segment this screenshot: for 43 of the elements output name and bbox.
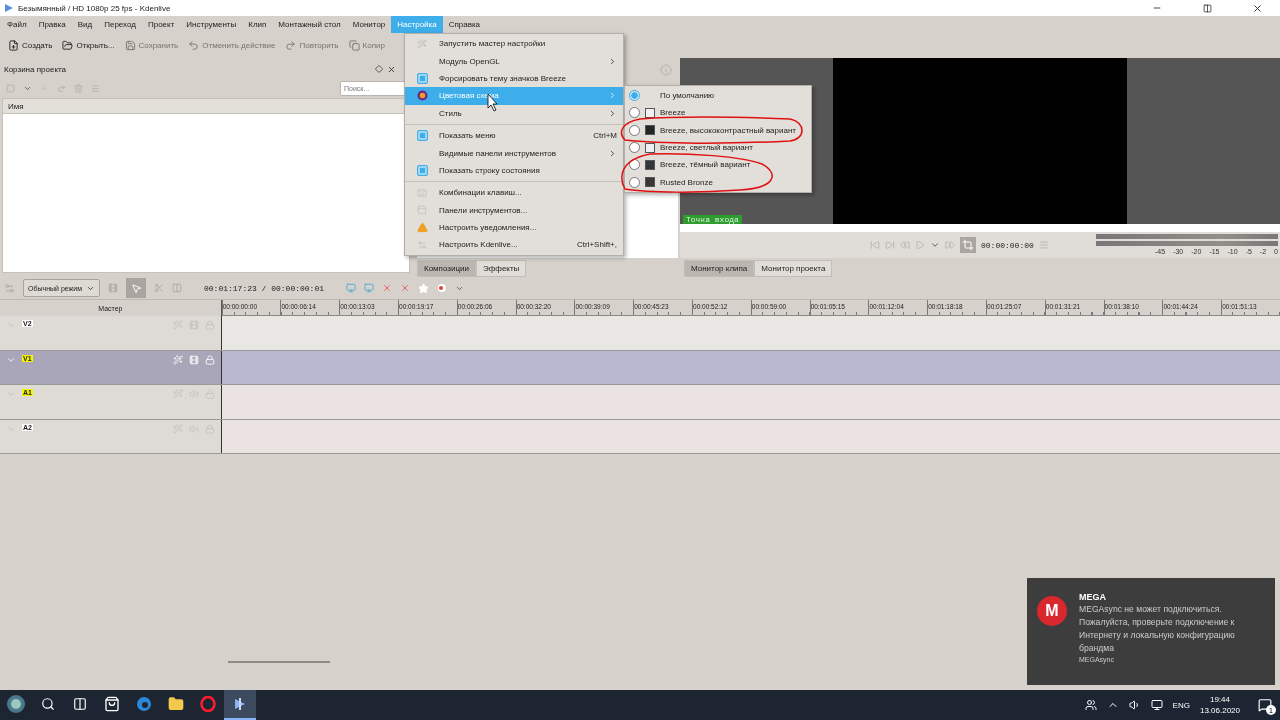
menu-item[interactable]: Видимые панели инструментов — [405, 144, 623, 162]
menu-item[interactable]: Переход — [98, 16, 142, 33]
menu-item[interactable]: Комбинации клавиш... — [405, 184, 623, 202]
notification-title: MEGA — [1079, 592, 1107, 602]
app-logo: M — [1037, 596, 1067, 626]
menu-item[interactable]: Breeze, высококонтрастный вариант — [625, 121, 811, 139]
tab[interactable]: Эффекты — [475, 260, 527, 277]
tab[interactable]: Монитор клипа — [684, 260, 755, 277]
menu-item[interactable]: Показать меню Ctrl+M — [405, 126, 623, 145]
tab[interactable]: Монитор проекта — [754, 260, 833, 277]
menu-item[interactable]: Показать строку состояния — [405, 161, 623, 180]
in-point-label: Точка входа — [683, 215, 742, 224]
menu-item[interactable]: Breeze, тёмный вариант — [625, 156, 811, 174]
menu-item[interactable]: Проект — [141, 16, 181, 33]
timecode-field[interactable]: 00:00:00:00 — [981, 240, 1034, 250]
timeline-timecode: 00:01:17:23 / 00:00:00:01 — [204, 283, 325, 293]
menu-item[interactable]: Настроить уведомления... — [405, 218, 623, 237]
panel-title: Корзина проекта — [4, 64, 67, 74]
menu-item[interactable]: Монтажный стол — [272, 16, 347, 33]
menu-item[interactable]: Breeze — [625, 104, 811, 122]
menu-item[interactable]: Правка — [32, 16, 72, 33]
menu-item[interactable]: Панели инструментов... — [405, 201, 623, 219]
tab[interactable]: Композиции — [417, 260, 476, 277]
language-indicator[interactable]: ENG — [1172, 700, 1190, 710]
clock[interactable]: 19:44 13.06.2020 — [1199, 694, 1240, 716]
shortcut-label: Ctrl+M — [593, 131, 617, 141]
menu-item[interactable]: Модуль OpenGL — [405, 52, 623, 70]
menu-item[interactable]: По умолчанию — [625, 87, 811, 105]
menu-item[interactable]: Справка — [442, 16, 487, 33]
window-title: Безымянный / HD 1080p 25 fps - Kdenlive — [18, 3, 172, 13]
toolbar-button[interactable]: Создать — [4, 38, 57, 53]
menu-item[interactable]: Запустить мастер настройки — [405, 35, 623, 53]
menu-item[interactable]: Вид — [71, 16, 99, 33]
shortcut-label: Ctrl+Shift+, — [577, 240, 617, 250]
menu-item[interactable]: Файл — [1, 16, 33, 33]
toolbar-button[interactable]: Открыть... — [58, 38, 119, 53]
notification-message: MEGAsync не может подключиться. Пожалуйста, проверьте подключение к Интернету и локальную конфигурацию брандма — [1079, 603, 1236, 655]
menu-item[interactable]: Настроить Kdenlive... Ctrl+Shift+, — [405, 236, 623, 254]
menu-item[interactable]: Клип — [242, 16, 273, 33]
menu-item[interactable]: Breeze, светлый вариант — [625, 138, 811, 157]
menu-item[interactable]: Монитор — [346, 16, 392, 33]
menu-item[interactable]: Rusted Bronze — [625, 173, 811, 191]
menu-item[interactable]: Инструменты — [180, 16, 243, 33]
